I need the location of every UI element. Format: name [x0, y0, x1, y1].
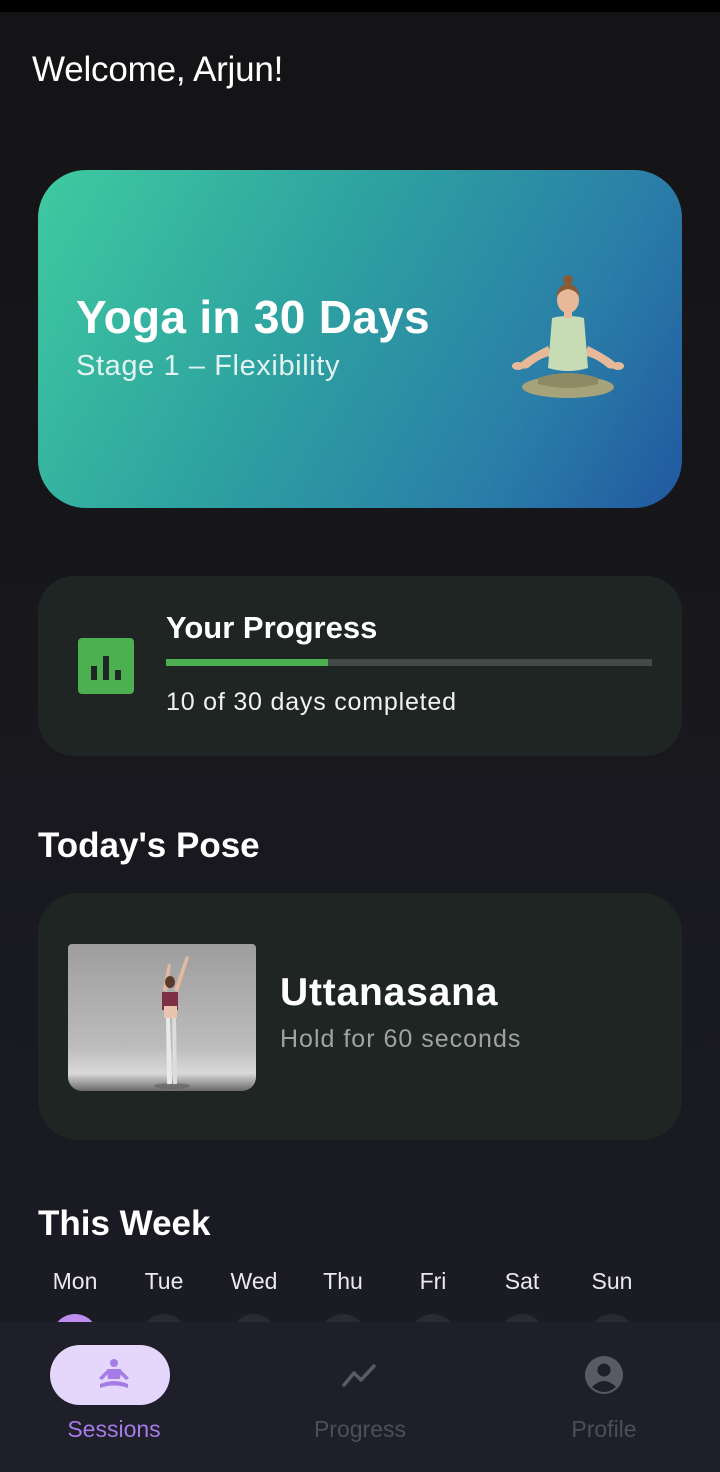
day-label: Sat — [504, 1268, 540, 1294]
pose-hold-duration: Hold for 60 seconds — [280, 1025, 522, 1053]
nav-label: Sessions — [67, 1416, 161, 1442]
day-label: Sun — [591, 1268, 633, 1294]
meditation-icon — [99, 1359, 129, 1388]
nav-label: Profile — [571, 1416, 637, 1442]
day-label: Thu — [323, 1268, 363, 1294]
status-bar — [0, 0, 720, 12]
nav-sessions[interactable]: Sessions — [0, 1322, 234, 1472]
account-circle-icon — [585, 1356, 623, 1394]
progress-card[interactable]: Your Progress 10 of 30 days completed — [38, 576, 682, 756]
nav-label: Progress — [313, 1416, 407, 1442]
day-sun[interactable]: Sun — [567, 1268, 657, 1360]
day-sat[interactable]: Sat — [477, 1268, 567, 1360]
day-mon[interactable]: Mon — [30, 1268, 120, 1360]
welcome-title: Welcome, Arjun! — [32, 50, 284, 89]
this-week-heading: This Week — [38, 1204, 211, 1243]
pose-image — [68, 944, 256, 1091]
program-stage: Stage 1 – Flexibility — [76, 350, 341, 382]
progress-status-text: 10 of 30 days completed — [166, 688, 457, 716]
progress-bar-fill — [166, 659, 328, 666]
day-fri[interactable]: Fri — [388, 1268, 478, 1360]
progress-title: Your Progress — [166, 610, 378, 645]
day-tue[interactable]: Tue — [119, 1268, 209, 1360]
day-label: Tue — [144, 1268, 184, 1294]
pose-name: Uttanasana — [280, 971, 499, 1014]
progress-bar — [166, 659, 652, 666]
day-thu[interactable]: Thu — [298, 1268, 388, 1360]
day-wed[interactable]: Wed — [209, 1268, 299, 1360]
meditating-person-illustration — [512, 275, 624, 398]
week-day-row: Mon Tue Wed Thu Fri Sat Sun — [30, 1268, 690, 1360]
bar-chart-icon — [78, 638, 134, 694]
day-label: Wed — [230, 1268, 278, 1294]
program-hero-card[interactable]: Yoga in 30 Days Stage 1 – Flexibility — [38, 170, 682, 508]
program-title: Yoga in 30 Days — [76, 291, 430, 343]
nav-progress[interactable]: Progress — [240, 1322, 480, 1472]
bottom-navigation: Sessions Progress Profile — [0, 1322, 720, 1472]
todays-pose-card[interactable]: Uttanasana Hold for 60 seconds — [38, 893, 682, 1140]
nav-profile[interactable]: Profile — [484, 1322, 720, 1472]
todays-pose-heading: Today's Pose — [38, 826, 260, 865]
day-label: Mon — [52, 1268, 98, 1294]
trending-line-icon — [342, 1364, 376, 1387]
day-label: Fri — [419, 1268, 447, 1294]
